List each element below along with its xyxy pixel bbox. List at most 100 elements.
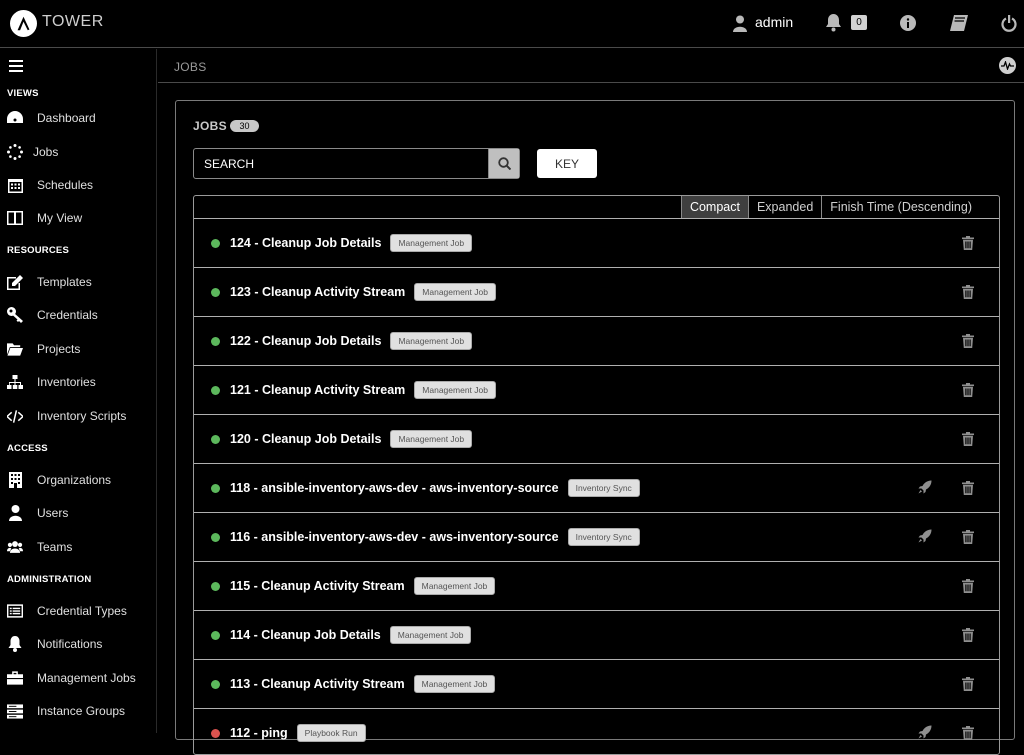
status-success-icon[interactable]: [211, 483, 220, 493]
sidebar-item-label: Projects: [37, 342, 81, 356]
delete-trash-icon[interactable]: [962, 628, 974, 647]
toggle-expanded[interactable]: Expanded: [747, 196, 821, 218]
sidebar-item-credentials[interactable]: Credentials: [0, 300, 156, 330]
sidebar-item-projects[interactable]: Projects: [0, 334, 156, 364]
brand-name: TOWER: [42, 13, 104, 30]
user-name-link[interactable]: admin: [755, 14, 793, 30]
jobs-spinner-icon: [7, 144, 23, 160]
user-icon[interactable]: [733, 12, 747, 34]
sidebar-item-inventories[interactable]: Inventories: [0, 367, 156, 397]
delete-trash-icon[interactable]: [962, 579, 974, 598]
view-toggle-group: Compact Expanded Finish Time (Descending…: [680, 196, 999, 218]
logout-power-icon[interactable]: [1001, 12, 1017, 34]
status-success-icon[interactable]: [211, 336, 220, 346]
status-success-icon[interactable]: [211, 679, 220, 689]
job-type-badge: Management Job: [414, 283, 496, 301]
sidebar-item-label: Teams: [37, 540, 73, 554]
job-name-link[interactable]: 115 - Cleanup Activity Stream: [230, 579, 405, 593]
job-row: 122 - Cleanup Job Details Management Job: [194, 316, 999, 365]
sidebar-item-instance-groups[interactable]: Instance Groups: [0, 696, 156, 726]
job-name-link[interactable]: 122 - Cleanup Job Details: [230, 334, 381, 348]
top-navbar: TOWER admin 0: [0, 0, 1024, 48]
status-success-icon[interactable]: [211, 434, 220, 444]
job-row: 120 - Cleanup Job Details Management Job: [194, 414, 999, 463]
search-input[interactable]: [194, 149, 488, 178]
delete-trash-icon[interactable]: [962, 726, 974, 745]
sidebar-item-label: Templates: [37, 275, 92, 289]
sidebar-item-templates[interactable]: Templates: [0, 267, 156, 297]
sidebar-section-access: ACCESS: [7, 443, 48, 454]
job-type-badge: Management Job: [389, 626, 472, 644]
delete-trash-icon[interactable]: [962, 285, 974, 304]
sidebar-item-my-view[interactable]: My View: [0, 203, 156, 233]
job-name-link[interactable]: 124 - Cleanup Job Details: [230, 236, 381, 250]
job-name-link[interactable]: 123 - Cleanup Activity Stream: [230, 285, 405, 299]
sidebar-item-schedules[interactable]: Schedules: [0, 170, 156, 200]
job-type-badge: Management Job: [414, 381, 496, 399]
sidebar-item-jobs[interactable]: Jobs: [0, 137, 156, 167]
delete-trash-icon[interactable]: [962, 383, 974, 402]
code-icon: [7, 408, 23, 424]
toggle-compact[interactable]: Compact: [680, 196, 748, 218]
documentation-book-icon[interactable]: [950, 12, 968, 34]
delete-trash-icon[interactable]: [962, 530, 974, 549]
job-row: 118 - ansible-inventory-aws-dev - aws-in…: [194, 463, 999, 512]
sidebar-item-dashboard[interactable]: Dashboard: [0, 103, 156, 133]
sidebar-item-label: Schedules: [37, 178, 94, 192]
job-type-badge: Management Job: [390, 332, 473, 350]
status-success-icon[interactable]: [211, 238, 220, 248]
sidebar-item-users[interactable]: Users: [0, 498, 156, 528]
sidebar-item-credential-types[interactable]: Credential Types: [0, 596, 156, 626]
job-name-link[interactable]: 116 - ansible-inventory-aws-dev - aws-in…: [230, 530, 559, 544]
status-success-icon[interactable]: [211, 385, 220, 395]
delete-trash-icon[interactable]: [962, 236, 974, 255]
sidebar-item-teams[interactable]: Teams: [0, 532, 156, 562]
search-box: [193, 148, 520, 179]
relaunch-rocket-icon[interactable]: [918, 480, 932, 499]
relaunch-rocket-icon[interactable]: [918, 725, 932, 744]
status-success-icon[interactable]: [211, 532, 220, 542]
sidebar-item-label: Inventory Scripts: [37, 409, 127, 423]
sidebar-section-administration: ADMINISTRATION: [7, 574, 92, 585]
list-alt-icon: [7, 603, 23, 619]
job-name-link[interactable]: 120 - Cleanup Job Details: [230, 432, 381, 446]
sidebar-item-label: Management Jobs: [37, 671, 136, 685]
delete-trash-icon[interactable]: [962, 481, 974, 500]
status-success-icon[interactable]: [211, 630, 220, 640]
user-icon: [7, 505, 23, 521]
sidebar-item-management-jobs[interactable]: Management Jobs: [0, 663, 156, 693]
job-row: 113 - Cleanup Activity Stream Management …: [194, 659, 999, 708]
job-name-link[interactable]: 121 - Cleanup Activity Stream: [230, 383, 405, 397]
notification-count-badge: 0: [851, 15, 867, 30]
job-type-badge: Inventory Sync: [567, 528, 640, 546]
job-name-link[interactable]: 114 - Cleanup Job Details: [230, 628, 381, 642]
job-name-link[interactable]: 118 - ansible-inventory-aws-dev - aws-in…: [230, 481, 559, 495]
job-name-link[interactable]: 113 - Cleanup Activity Stream: [230, 677, 405, 691]
sidebar-item-label: Instance Groups: [37, 704, 126, 718]
bell-icon: [7, 636, 23, 652]
job-type-badge: Playbook Run: [296, 724, 366, 742]
key-button[interactable]: KEY: [537, 149, 597, 178]
sidebar-item-notifications[interactable]: Notifications: [0, 629, 156, 659]
job-name-link[interactable]: 112 - ping: [230, 726, 288, 740]
bell-icon[interactable]: [825, 12, 842, 34]
sort-dropdown[interactable]: Finish Time (Descending): [821, 196, 999, 218]
relaunch-rocket-icon[interactable]: [918, 529, 932, 548]
delete-trash-icon[interactable]: [962, 432, 974, 451]
ansible-logo-icon[interactable]: [10, 10, 37, 37]
status-success-icon[interactable]: [211, 287, 220, 297]
info-icon[interactable]: [900, 12, 916, 34]
delete-trash-icon[interactable]: [962, 677, 974, 696]
status-failed-icon[interactable]: [211, 728, 220, 738]
search-button[interactable]: [488, 149, 519, 178]
columns-icon: [7, 210, 23, 226]
sidebar-item-inventory-scripts[interactable]: Inventory Scripts: [0, 401, 156, 431]
status-success-icon[interactable]: [211, 581, 220, 591]
job-type-badge: Inventory Sync: [567, 479, 640, 497]
breadcrumb-bar: JOBS: [158, 49, 1024, 83]
hamburger-menu-icon[interactable]: [9, 60, 23, 75]
delete-trash-icon[interactable]: [962, 334, 974, 353]
sidebar-item-organizations[interactable]: Organizations: [0, 465, 156, 495]
job-row: 124 - Cleanup Job Details Management Job: [194, 218, 999, 267]
activity-stream-icon[interactable]: [999, 57, 1016, 74]
